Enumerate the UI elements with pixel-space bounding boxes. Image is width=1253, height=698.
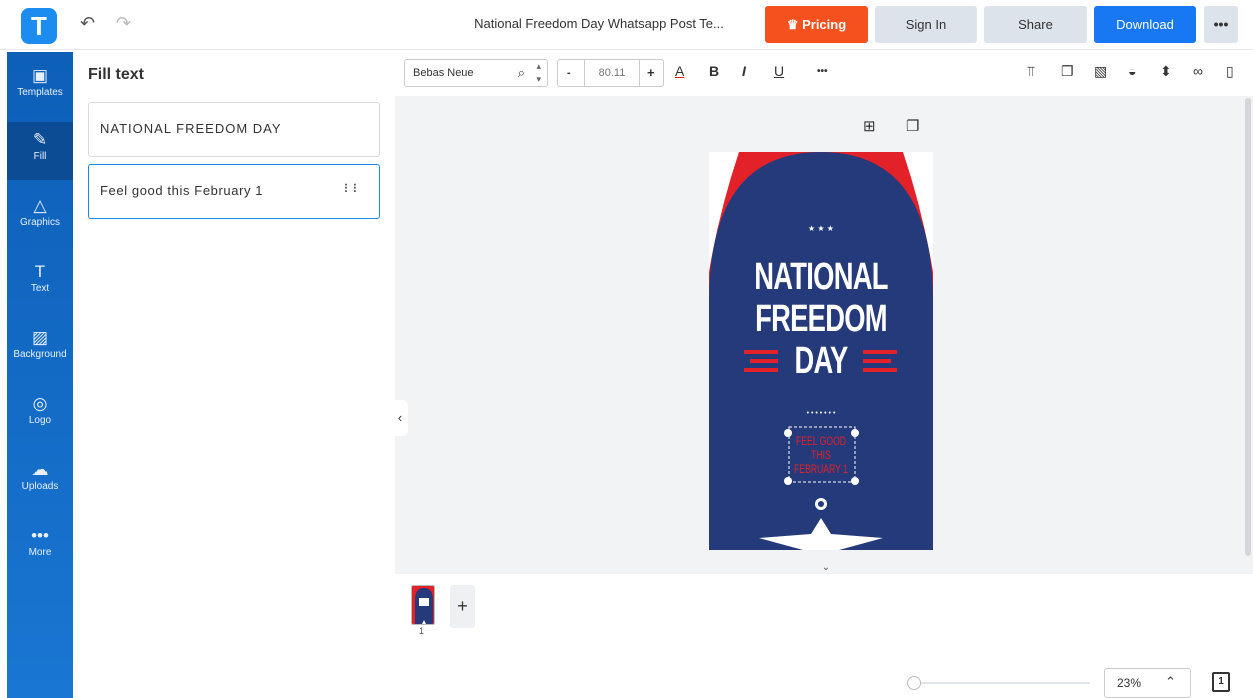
redo-icon[interactable]: ↷: [116, 13, 131, 34]
add-page-button[interactable]: +: [450, 585, 475, 628]
font-family-value: Bebas Neue: [413, 67, 474, 79]
vertical-scrollbar[interactable]: [1245, 98, 1251, 556]
poster-tagline-line-3[interactable]: FEBRUARY 1: [740, 462, 901, 476]
sign-in-button[interactable]: Sign In: [875, 6, 977, 43]
chevron-up-icon: ⌃: [1165, 674, 1176, 689]
font-size-control: - 80.11 +: [557, 59, 664, 87]
more-text-options-button[interactable]: •••: [817, 66, 828, 77]
poster-stars: ★ ★ ★: [808, 224, 834, 233]
text-field-tagline[interactable]: Feel good this February 1 ⠇⠇: [88, 164, 380, 219]
bold-button[interactable]: B: [709, 63, 719, 79]
poster-tagline-line-2[interactable]: THIS: [740, 448, 901, 462]
pricing-label: Pricing: [802, 17, 847, 32]
poster-title-line-2: FREEDOM: [755, 298, 887, 340]
sidebar-item-uploads[interactable]: ☁ Uploads: [7, 452, 73, 510]
duplicate-icon[interactable]: ❐: [1061, 63, 1074, 80]
design-canvas[interactable]: ★ ★ ★ NATIONAL FREEDOM DAY • • • • • • •…: [709, 152, 933, 550]
sidebar-item-label: Fill: [33, 151, 47, 162]
left-sidebar: ▣ Templates ✎ Fill △ Graphics T Text ▨ B…: [7, 52, 73, 698]
templates-icon: ▣: [31, 66, 49, 85]
text-field-title[interactable]: NATIONAL FREEDOM DAY: [88, 102, 380, 157]
more-icon: •••: [31, 526, 49, 545]
text-field-value: Feel good this February 1: [100, 183, 264, 198]
search-icon: ⌕: [517, 65, 525, 80]
logo-icon: ◎: [32, 394, 48, 413]
collapse-panel-button[interactable]: ‹: [392, 400, 408, 436]
document-title[interactable]: National Freedom Day Whatsapp Post Te...: [440, 16, 758, 31]
download-button[interactable]: Download: [1094, 6, 1196, 43]
add-page-icon[interactable]: ⊞: [863, 117, 876, 135]
trash-icon[interactable]: ▯: [1226, 63, 1234, 80]
increase-size-button[interactable]: +: [647, 60, 655, 86]
sidebar-item-label: More: [28, 547, 52, 558]
sidebar-item-logo[interactable]: ◎ Logo: [7, 386, 73, 444]
sidebar-item-graphics[interactable]: △ Graphics: [7, 188, 73, 246]
text-field-value: NATIONAL FREEDOM DAY: [100, 121, 282, 136]
shapes-icon: △: [33, 196, 47, 215]
copy-page-icon[interactable]: ❐: [906, 117, 919, 135]
sidebar-item-label: Background: [13, 349, 67, 360]
sidebar-item-label: Templates: [17, 87, 63, 98]
zoom-value: 23%: [1117, 676, 1142, 690]
sidebar-item-templates[interactable]: ▣ Templates: [7, 58, 73, 116]
poster-tagline-line-1[interactable]: FEEL GOOD: [740, 434, 901, 448]
spinner-icon[interactable]: ▴ ▾: [536, 60, 541, 86]
text-color-button[interactable]: A: [675, 63, 684, 79]
layer-icon[interactable]: ▧: [1094, 63, 1107, 80]
sidebar-item-label: Graphics: [19, 217, 60, 228]
italic-button[interactable]: I: [742, 63, 746, 79]
sidebar-item-fill[interactable]: ✎ Fill: [7, 122, 73, 180]
sidebar-item-text[interactable]: T Text: [7, 254, 73, 312]
sidebar-item-label: Text: [30, 283, 50, 294]
decrease-size-button[interactable]: -: [567, 60, 571, 86]
app-logo[interactable]: T: [21, 8, 57, 44]
poster-dots: • • • • • • •: [806, 410, 836, 417]
pencil-icon: ✎: [32, 130, 48, 149]
page-number: 1: [419, 626, 425, 636]
cloud-upload-icon: ☁: [31, 460, 49, 479]
align-icon[interactable]: ⬍: [1160, 63, 1172, 80]
text-icon: T: [34, 262, 46, 281]
link-icon[interactable]: ∞: [1193, 63, 1203, 79]
background-icon: ▨: [31, 328, 49, 347]
poster-title-line-3: DAY: [794, 340, 848, 382]
zoom-slider[interactable]: [910, 682, 1090, 684]
panel-title: Fill text: [88, 66, 145, 83]
font-size-input[interactable]: 80.11: [584, 60, 640, 86]
underline-button[interactable]: U: [774, 63, 784, 79]
opacity-icon[interactable]: ◒: [1128, 63, 1136, 79]
sidebar-item-label: Uploads: [21, 481, 59, 492]
sidebar-item-label: Logo: [28, 415, 52, 426]
zoom-slider-handle[interactable]: [907, 676, 921, 690]
top-bar: T ↶ ↷ National Freedom Day Whatsapp Post…: [0, 0, 1253, 50]
page-thumbnail-preview: [412, 586, 434, 624]
font-family-select[interactable]: Bebas Neue ⌕ ▴ ▾: [404, 59, 548, 87]
more-options-button[interactable]: •••: [1204, 6, 1238, 43]
undo-icon[interactable]: ↶: [80, 13, 95, 34]
sidebar-item-background[interactable]: ▨ Background: [7, 320, 73, 378]
pricing-button[interactable]: ♛ Pricing: [765, 6, 868, 43]
page-thumbnail[interactable]: [411, 585, 435, 625]
format-painter-icon[interactable]: ⫪: [1027, 63, 1035, 80]
share-button[interactable]: Share: [984, 6, 1087, 43]
poster-title-line-1: NATIONAL: [754, 256, 888, 298]
zoom-select[interactable]: 23% ⌃: [1104, 668, 1191, 698]
sidebar-item-more[interactable]: ••• More: [7, 518, 73, 576]
drag-handle-icon[interactable]: ⠇⠇: [343, 182, 361, 196]
chevron-down-icon[interactable]: ⌄: [814, 562, 838, 576]
crown-icon: ♛: [786, 17, 799, 32]
pages-overview-icon[interactable]: 1: [1212, 672, 1230, 692]
